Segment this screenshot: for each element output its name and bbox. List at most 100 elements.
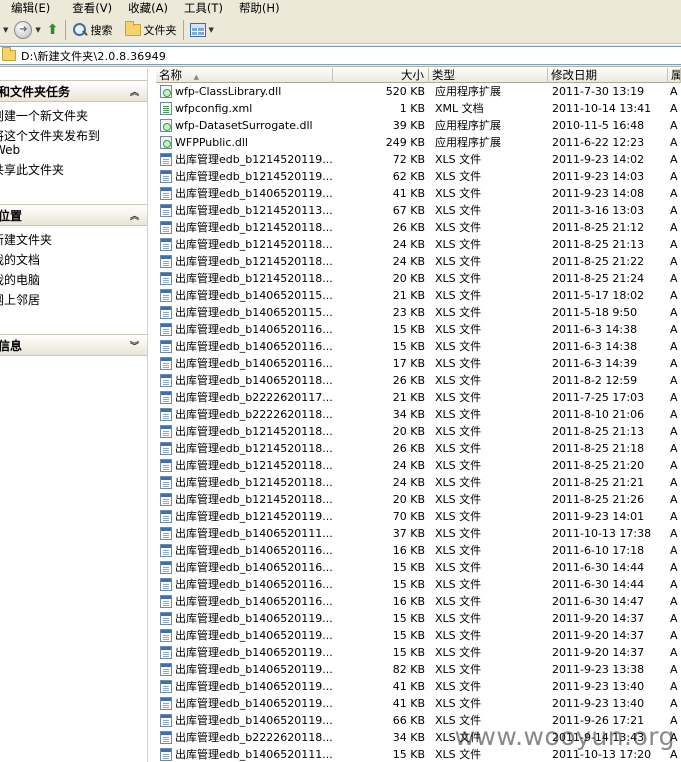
file-row[interactable]: 出库管理edb_b1214520118... 20 KB XLS 文件 2011-8-… xyxy=(156,491,681,508)
file-row[interactable]: 出库管理edb_b1406520116... 16 KB XLS 文件 2011-6-… xyxy=(156,542,681,559)
file-row[interactable]: 出库管理edb_b2222620117... 21 KB XLS 文件 2011-7-… xyxy=(156,389,681,406)
file-row[interactable]: 出库管理edb_b1406520119... 15 KB XLS 文件 2011-9-… xyxy=(156,627,681,644)
back-button[interactable]: ▼ xyxy=(0,18,11,42)
file-attributes: A xyxy=(670,459,678,472)
place-my-documents[interactable]: 我的文档 xyxy=(0,250,147,270)
file-date: 2011-9-23 14:02 xyxy=(552,153,645,166)
file-attributes: A xyxy=(670,221,678,234)
file-row[interactable]: 出库管理edb_b1406520116... 15 KB XLS 文件 2011-6-… xyxy=(156,321,681,338)
column-header-size[interactable]: 大小 xyxy=(333,68,429,83)
file-row[interactable]: 出库管理edb_b1214520119... 72 KB XLS 文件 2011-9-… xyxy=(156,151,681,168)
forward-button[interactable]: ➜ ▼ xyxy=(11,18,43,42)
search-button[interactable]: 搜索 xyxy=(69,18,116,42)
chevron-up-icon[interactable]: ︽ xyxy=(130,209,139,222)
file-name: 出库管理edb_b1406520116... xyxy=(175,561,333,574)
file-row[interactable]: 出库管理edb_b1406520119... 82 KB XLS 文件 2011-9-… xyxy=(156,661,681,678)
file-attributes: A xyxy=(670,204,678,217)
file-row[interactable]: 出库管理edb_b1406520116... 15 KB XLS 文件 2011-6-… xyxy=(156,576,681,593)
file-row[interactable]: 出库管理edb_b1406520119... 15 KB XLS 文件 2011-9-… xyxy=(156,644,681,661)
panel-header-details[interactable]: 信息 ︾ xyxy=(0,334,147,356)
file-row[interactable]: 出库管理edb_b1214520118... 24 KB XLS 文件 2011-8-… xyxy=(156,253,681,270)
file-row[interactable]: 出库管理edb_b1214520119... 70 KB XLS 文件 2011-9-… xyxy=(156,508,681,525)
file-row[interactable]: 出库管理edb_b1406520116... 16 KB XLS 文件 2011-6-… xyxy=(156,593,681,610)
file-size: 41 KB xyxy=(392,187,425,200)
place-my-computer[interactable]: 我的电脑 xyxy=(0,270,147,290)
file-row[interactable]: 出库管理edb_b1406520119... 41 KB XLS 文件 2011-9-… xyxy=(156,678,681,695)
file-row[interactable]: 出库管理edb_b1406520118... 26 KB XLS 文件 2011-8-… xyxy=(156,372,681,389)
chevron-up-icon[interactable]: ︽ xyxy=(130,85,139,98)
file-name: 出库管理edb_b1214520119... xyxy=(175,510,333,523)
file-row[interactable]: 出库管理edb_b1214520119... 62 KB XLS 文件 2011-9-… xyxy=(156,168,681,185)
file-row[interactable]: 出库管理edb_b1406520116... 15 KB XLS 文件 2011-6-… xyxy=(156,338,681,355)
file-row[interactable]: 出库管理edb_b1214520118... 20 KB XLS 文件 2011-8-… xyxy=(156,270,681,287)
file-name: 出库管理edb_b1406520119... xyxy=(175,697,333,710)
file-size: 62 KB xyxy=(392,170,425,183)
task-share-folder[interactable]: 共享此文件夹 xyxy=(0,160,147,180)
file-row[interactable]: 出库管理edb_b1214520118... 20 KB XLS 文件 2011-8-… xyxy=(156,423,681,440)
column-header-type[interactable]: 类型 xyxy=(429,68,548,83)
chevron-down-icon[interactable]: ▼ xyxy=(35,26,40,34)
file-date: 2011-6-3 14:39 xyxy=(552,357,638,370)
file-name-cell: 出库管理edb_b1214520119... xyxy=(156,168,333,185)
menu-view[interactable]: 查看(V) xyxy=(66,0,118,16)
file-row[interactable]: 出库管理edb_b1406520111... 37 KB XLS 文件 2011-10… xyxy=(156,525,681,542)
menu-tools[interactable]: 工具(T) xyxy=(178,0,229,16)
file-attributes: A xyxy=(670,612,678,625)
panel-header-places[interactable]: 位置 ︽ xyxy=(0,204,147,226)
file-name: 出库管理edb_b1406520116... xyxy=(175,340,333,353)
file-name: 出库管理edb_b1214520118... xyxy=(175,255,333,268)
file-name: 出库管理edb_b1406520115... xyxy=(175,289,333,302)
file-row[interactable]: wfp-DatasetSurrogate.dll 39 KB 应用程序扩展 2010-… xyxy=(156,117,681,134)
file-row[interactable]: 出库管理edb_b1406520119... 41 KB XLS 文件 2011-9-… xyxy=(156,695,681,712)
address-field[interactable]: D:\新建文件夹\2.0.8.36949 xyxy=(0,46,681,65)
chevron-down-icon[interactable]: ▼ xyxy=(3,26,8,34)
menu-help[interactable]: 帮助(H) xyxy=(233,0,286,16)
chevron-down-icon[interactable]: ▼ xyxy=(209,26,214,34)
xls-icon xyxy=(160,680,172,693)
chevron-down-icon[interactable]: ︾ xyxy=(130,339,139,352)
file-row[interactable]: 出库管理edb_b1214520113... 67 KB XLS 文件 2011-3-… xyxy=(156,202,681,219)
file-size: 15 KB xyxy=(392,323,425,336)
file-row[interactable]: WFPPublic.dll 249 KB 应用程序扩展 2011-6-22 12:23… xyxy=(156,134,681,151)
views-button[interactable]: ▼ xyxy=(187,18,217,42)
file-name-cell: 出库管理edb_b1406520116... xyxy=(156,593,333,610)
file-size: 15 KB xyxy=(392,748,425,761)
xls-icon xyxy=(160,442,172,455)
file-row[interactable]: 出库管理edb_b1214520118... 26 KB XLS 文件 2011-8-… xyxy=(156,219,681,236)
file-row[interactable]: 出库管理edb_b1406520116... 17 KB XLS 文件 2011-6-… xyxy=(156,355,681,372)
file-size: 34 KB xyxy=(392,408,425,421)
file-type: XLS 文件 xyxy=(435,323,482,336)
panel-header-tasks[interactable]: 和文件夹任务 ︽ xyxy=(0,80,147,102)
task-new-folder[interactable]: 创建一个新文件夹 xyxy=(0,106,147,126)
folders-button[interactable]: 文件夹 xyxy=(122,18,180,42)
file-attributes: A xyxy=(670,374,678,387)
file-row[interactable]: 出库管理edb_b1214520118... 24 KB XLS 文件 2011-8-… xyxy=(156,236,681,253)
column-header-date[interactable]: 修改日期 xyxy=(548,68,668,83)
place-new-folder[interactable]: 新建文件夹 xyxy=(0,230,147,250)
file-row[interactable]: 出库管理edb_b1406520115... 23 KB XLS 文件 2011-5-… xyxy=(156,304,681,321)
file-row[interactable]: 出库管理edb_b1406520115... 21 KB XLS 文件 2011-5-… xyxy=(156,287,681,304)
toolbar-divider xyxy=(64,19,66,40)
file-date: 2011-9-23 14:03 xyxy=(552,170,645,183)
file-row[interactable]: 出库管理edb_b1214520118... 26 KB XLS 文件 2011-8-… xyxy=(156,440,681,457)
file-attributes: A xyxy=(670,408,678,421)
up-folder-button[interactable]: ⬆ xyxy=(44,18,62,42)
file-row[interactable]: 出库管理edb_b1406520116... 15 KB XLS 文件 2011-6-… xyxy=(156,559,681,576)
file-name-cell: 出库管理edb_b1214520118... xyxy=(156,491,333,508)
file-row[interactable]: 出库管理edb_b1406520119... 41 KB XLS 文件 2011-9-… xyxy=(156,185,681,202)
file-row[interactable]: wfp-ClassLibrary.dll 520 KB 应用程序扩展 2011-7-3… xyxy=(156,83,681,100)
place-network[interactable]: 网上邻居 xyxy=(0,290,147,310)
column-header-name[interactable]: 名称 ▲ xyxy=(156,68,333,83)
file-name-cell: 出库管理edb_b2222620118... xyxy=(156,406,333,423)
file-row[interactable]: wfpconfig.xml 1 KB XML 文档 2011-10-14 13:41 A xyxy=(156,100,681,117)
file-date: 2011-8-2 12:59 xyxy=(552,374,638,387)
file-row[interactable]: 出库管理edb_b2222620118... 34 KB XLS 文件 2011-8-… xyxy=(156,406,681,423)
menu-edit[interactable]: 编辑(E) xyxy=(0,0,56,16)
xls-icon xyxy=(160,612,172,625)
file-date: 2011-8-25 21:20 xyxy=(552,459,645,472)
menu-favorites[interactable]: 收藏(A) xyxy=(122,0,174,16)
file-row[interactable]: 出库管理edb_b1214520118... 24 KB XLS 文件 2011-8-… xyxy=(156,457,681,474)
column-header-attributes[interactable]: 属 xyxy=(668,68,681,83)
file-row[interactable]: 出库管理edb_b1214520118... 24 KB XLS 文件 2011-8-… xyxy=(156,474,681,491)
file-row[interactable]: 出库管理edb_b1406520119... 15 KB XLS 文件 2011-9-… xyxy=(156,610,681,627)
